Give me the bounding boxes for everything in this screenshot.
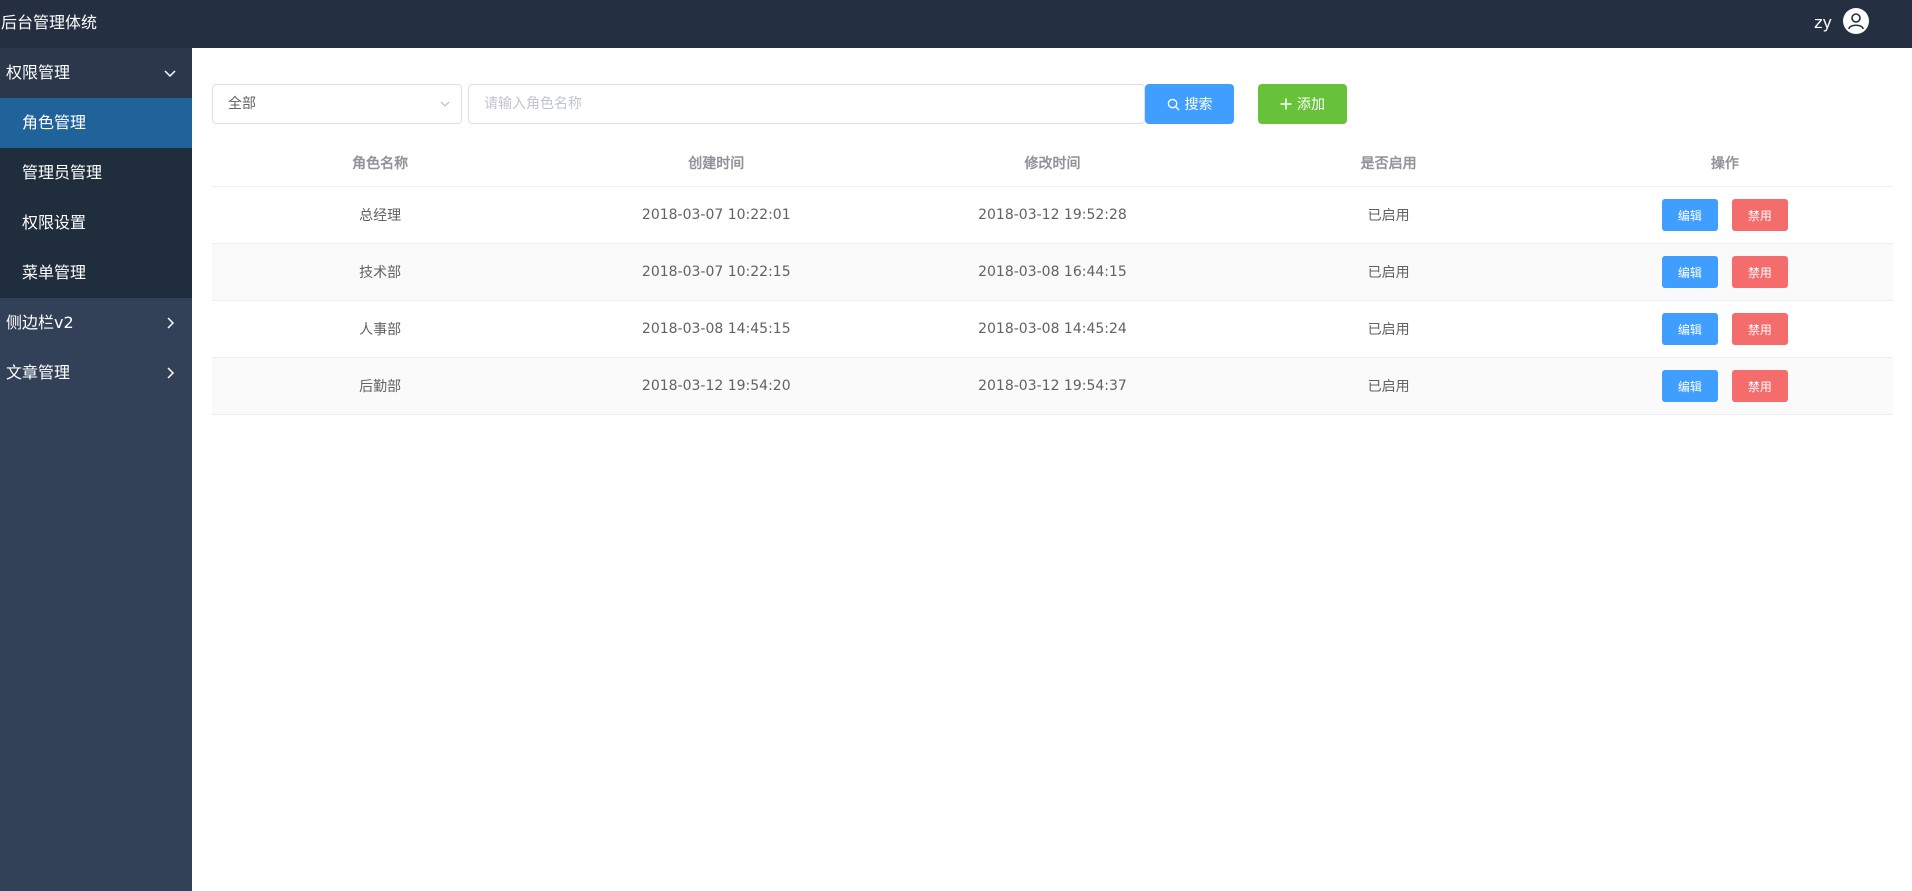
sidebar-group-label: 权限管理 <box>6 63 71 82</box>
column-header-actions: 操作 <box>1710 156 1739 172</box>
plus-icon <box>1280 98 1292 110</box>
sidebar-item-menus[interactable]: 菜单管理 <box>0 248 192 298</box>
column-header-modified: 修改时间 <box>1024 156 1081 172</box>
edit-button[interactable]: 编辑 <box>1661 370 1718 402</box>
user-name[interactable]: zy <box>1814 0 1832 48</box>
status-cell: 已启用 <box>1367 379 1410 395</box>
sidebar-group-label: 侧边栏v2 <box>6 313 74 332</box>
sidebar-group-sidebar-v2[interactable]: 侧边栏v2 <box>0 298 192 348</box>
top-header: 后台管理体统 zy <box>0 0 1912 48</box>
user-icon <box>1848 13 1864 30</box>
status-filter-select[interactable]: 全部 <box>212 84 462 124</box>
modified-time-cell: 2018-03-08 14:45:24 <box>978 321 1127 337</box>
status-cell: 已启用 <box>1367 265 1410 281</box>
table-header: 角色名称 创建时间 修改时间 是否启用 操作 <box>212 140 1893 187</box>
table-row: 后勤部 2018-03-12 19:54:20 2018-03-12 19:54… <box>212 358 1893 415</box>
created-time-cell: 2018-03-07 10:22:01 <box>641 207 791 223</box>
main-content: 全部 搜索 添加 角色名称 创建时间 修改时间 是否启用 操作 总经理 2018… <box>192 48 1912 891</box>
add-button-label: 添加 <box>1297 97 1325 113</box>
sidebar-item-permission-settings[interactable]: 权限设置 <box>0 198 192 248</box>
actions-cell: 编辑 禁用 <box>1557 256 1893 288</box>
chevron-right-icon <box>167 317 175 329</box>
column-header-created: 创建时间 <box>688 156 745 172</box>
status-cell: 已启用 <box>1367 322 1410 338</box>
actions-cell: 编辑 禁用 <box>1557 313 1893 345</box>
edit-button[interactable]: 编辑 <box>1661 199 1718 231</box>
created-time-cell: 2018-03-07 10:22:15 <box>641 264 791 280</box>
sidebar: 权限管理 角色管理 管理员管理 权限设置 菜单管理 侧边栏v2 文章管理 <box>0 48 192 891</box>
sidebar-group-permission[interactable]: 权限管理 <box>0 48 192 98</box>
chevron-down-icon <box>440 101 450 107</box>
created-time-cell: 2018-03-08 14:45:15 <box>641 321 791 337</box>
role-name-cell: 人事部 <box>359 322 402 338</box>
filter-select-value: 全部 <box>228 96 256 112</box>
column-header-enabled: 是否启用 <box>1360 156 1417 172</box>
table-row: 人事部 2018-03-08 14:45:15 2018-03-08 14:45… <box>212 301 1893 358</box>
sidebar-item-roles[interactable]: 角色管理 <box>0 98 192 148</box>
app-title: 后台管理体统 <box>1 13 98 32</box>
user-avatar-icon[interactable] <box>1843 8 1869 34</box>
disable-button[interactable]: 禁用 <box>1731 256 1788 288</box>
created-time-cell: 2018-03-12 19:54:20 <box>641 378 791 394</box>
modified-time-cell: 2018-03-12 19:54:37 <box>978 378 1127 394</box>
column-header-role-name: 角色名称 <box>352 156 409 172</box>
chevron-down-icon <box>164 70 176 78</box>
disable-button[interactable]: 禁用 <box>1731 199 1788 231</box>
edit-button[interactable]: 编辑 <box>1661 313 1718 345</box>
chevron-right-icon <box>167 367 175 379</box>
add-role-button[interactable]: 添加 <box>1258 84 1347 124</box>
disable-button[interactable]: 禁用 <box>1731 370 1788 402</box>
role-name-cell: 总经理 <box>359 208 402 224</box>
sidebar-item-admins[interactable]: 管理员管理 <box>0 148 192 198</box>
role-name-search-input[interactable] <box>468 84 1145 124</box>
table-row: 总经理 2018-03-07 10:22:01 2018-03-12 19:52… <box>212 187 1893 244</box>
status-cell: 已启用 <box>1367 208 1410 224</box>
sidebar-group-label: 文章管理 <box>6 363 71 382</box>
role-name-cell: 技术部 <box>359 265 402 281</box>
modified-time-cell: 2018-03-08 16:44:15 <box>978 264 1127 280</box>
roles-table: 角色名称 创建时间 修改时间 是否启用 操作 总经理 2018-03-07 10… <box>212 140 1893 415</box>
disable-button[interactable]: 禁用 <box>1731 313 1788 345</box>
sidebar-submenu-permission: 角色管理 管理员管理 权限设置 菜单管理 <box>0 98 192 298</box>
edit-button[interactable]: 编辑 <box>1661 256 1718 288</box>
table-row: 技术部 2018-03-07 10:22:15 2018-03-08 16:44… <box>212 244 1893 301</box>
search-button-label: 搜索 <box>1184 97 1213 113</box>
actions-cell: 编辑 禁用 <box>1557 199 1893 231</box>
sidebar-group-articles[interactable]: 文章管理 <box>0 348 192 398</box>
search-button[interactable]: 搜索 <box>1145 84 1234 124</box>
modified-time-cell: 2018-03-12 19:52:28 <box>978 207 1127 223</box>
search-icon <box>1167 98 1180 111</box>
role-name-cell: 后勤部 <box>359 379 402 395</box>
actions-cell: 编辑 禁用 <box>1557 370 1893 402</box>
